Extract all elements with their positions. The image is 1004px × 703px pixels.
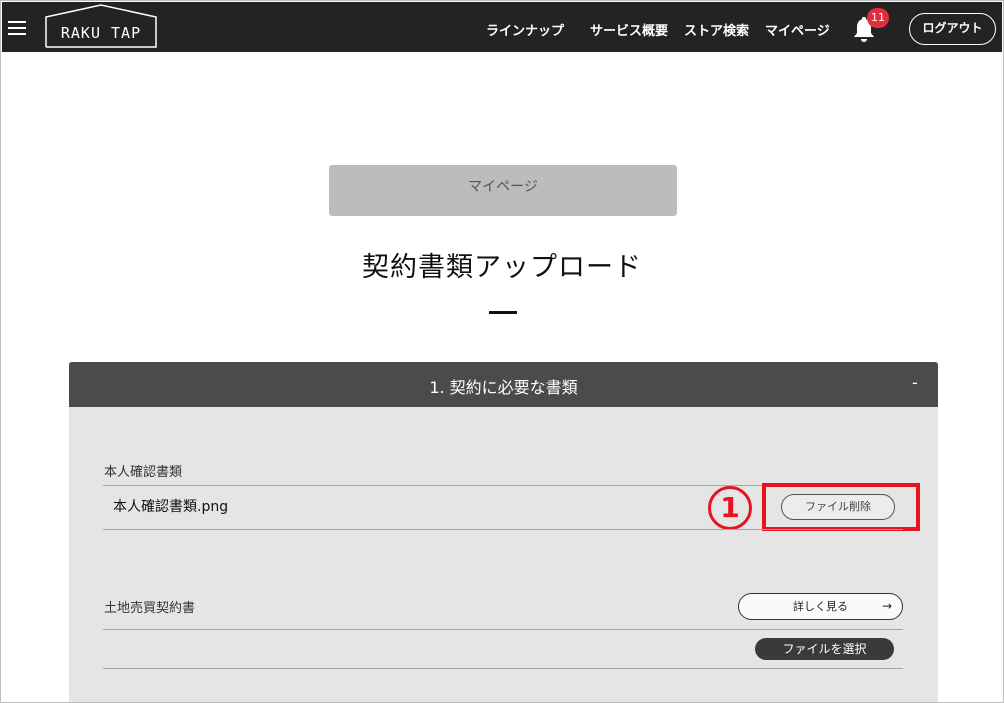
top-header: RAKU TAP ラインナップ サービス概要 ストア検索 マイページ 11 ログ… [2,2,1002,52]
logout-button[interactable]: ログアウト [909,13,996,45]
section-label-land-contract: 土地売買契約書 [104,601,196,616]
nav-service-overview[interactable]: サービス概要 [590,20,668,39]
bell-icon[interactable]: 11 [853,8,889,44]
arrow-right-icon: → [881,599,892,613]
callout-number: 1 [708,486,752,530]
file-delete-button[interactable]: ファイル削除 [781,494,895,520]
nav-lineup[interactable]: ラインナップ [486,20,564,39]
section-label-id-document: 本人確認書類 [104,465,183,480]
notification-badge: 11 [867,8,889,28]
collapse-toggle[interactable]: - [912,373,918,392]
panel-title: 1. 契約に必要な書類 [429,378,578,397]
panel-header[interactable]: 1. 契約に必要な書類 - [69,362,938,407]
logo-text: RAKU TAP [60,24,142,42]
hamburger-menu-icon[interactable] [8,21,26,35]
divider [103,668,903,669]
page-frame: RAKU TAP ラインナップ サービス概要 ストア検索 マイページ 11 ログ… [0,0,1004,703]
divider [103,629,903,630]
select-file-button[interactable]: ファイルを選択 [755,638,894,660]
logo[interactable]: RAKU TAP [44,4,158,48]
page-title: 契約書類アップロード [362,252,642,283]
divider [103,529,903,530]
view-details-button[interactable]: 詳しく見る → [738,593,903,620]
view-details-label: 詳しく見る [793,600,848,613]
mypage-button[interactable]: マイページ [329,165,677,216]
uploaded-file-name: 本人確認書類.png [113,499,229,515]
nav-mypage[interactable]: マイページ [765,20,830,39]
title-divider [489,311,517,314]
nav-store-search[interactable]: ストア検索 [684,20,749,39]
